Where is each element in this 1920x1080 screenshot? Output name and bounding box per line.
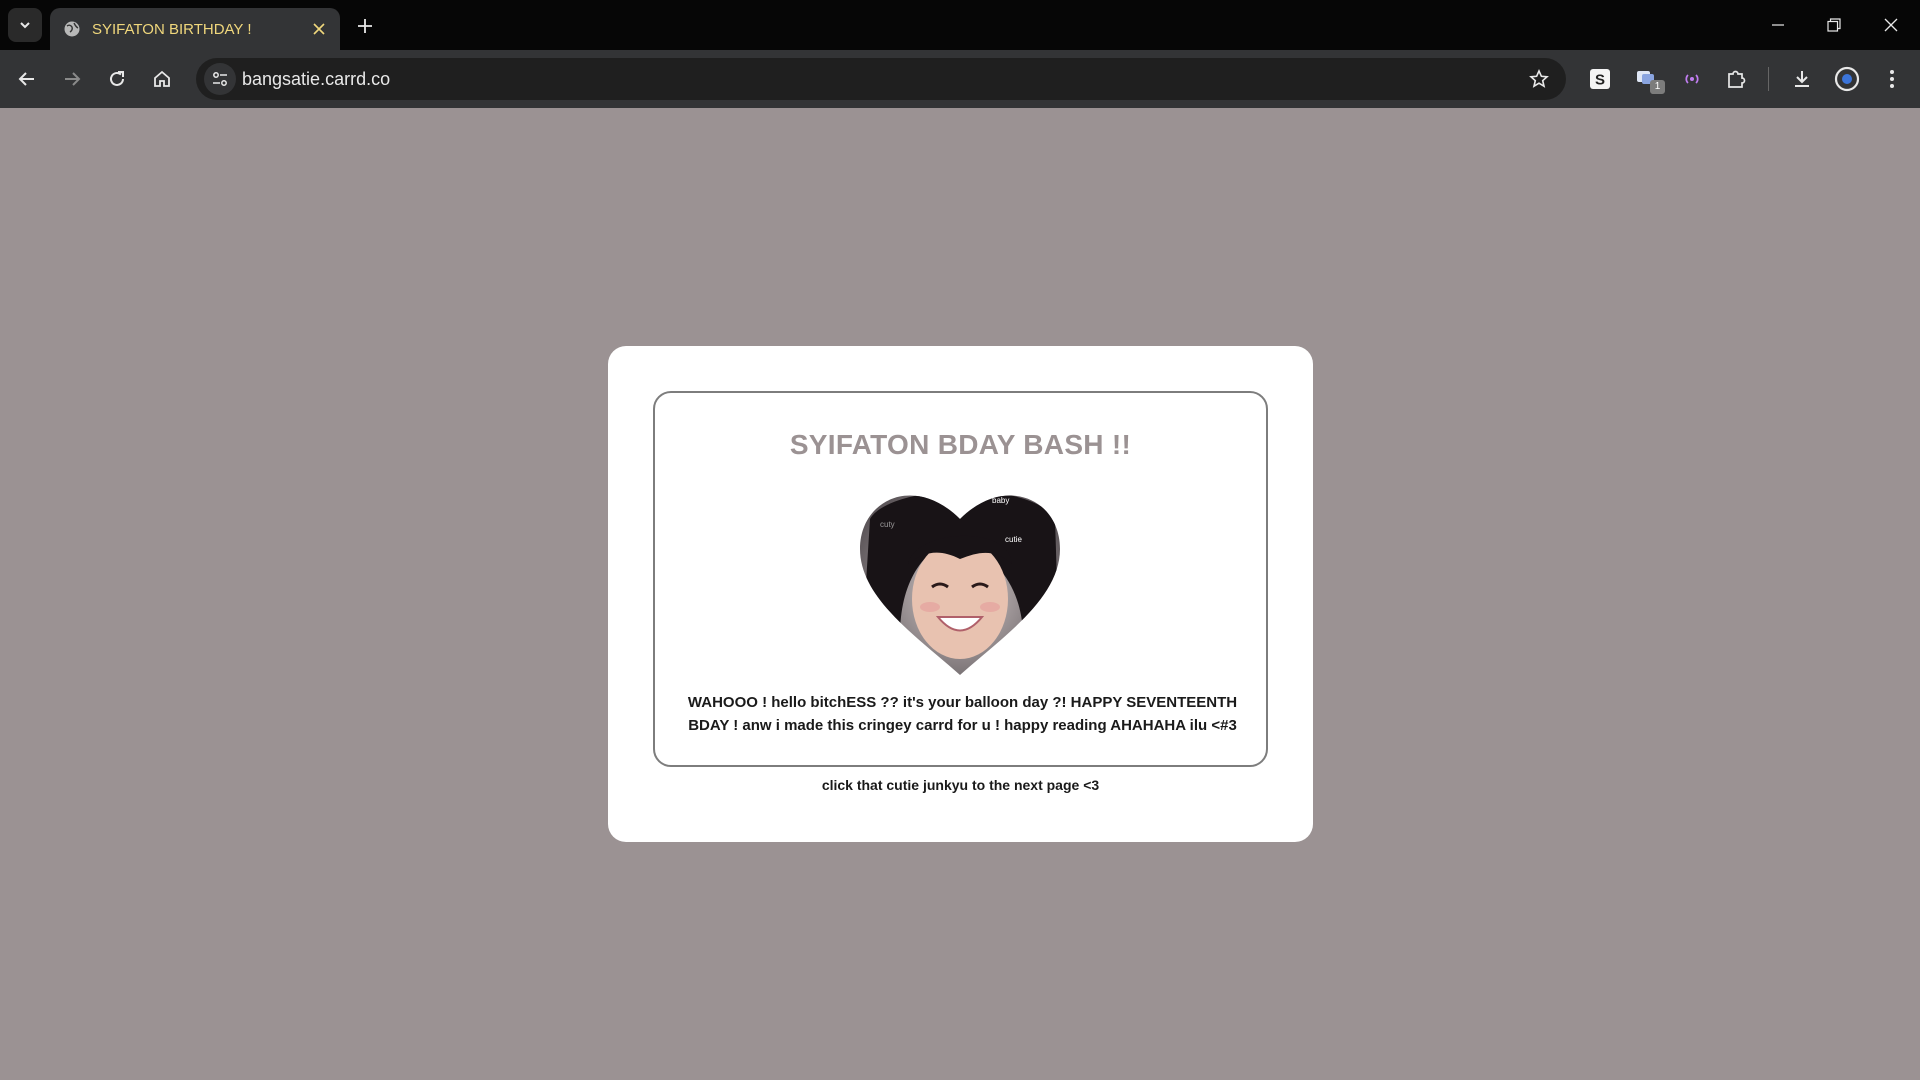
restore-button[interactable] (1814, 8, 1854, 42)
url-text: bangsatie.carrd.co (242, 69, 391, 89)
tune-icon (213, 72, 227, 86)
minimize-icon (1772, 24, 1784, 26)
toolbar-divider (1768, 67, 1769, 91)
address-bar[interactable]: bangsatie.carrd.co (196, 58, 1566, 100)
home-button[interactable] (146, 63, 178, 95)
arrow-right-icon (65, 72, 81, 86)
plus-icon (358, 19, 372, 33)
translate-extension-icon[interactable]: 1 (1632, 63, 1665, 95)
tab-search-button[interactable] (8, 8, 42, 42)
close-icon (1884, 18, 1898, 32)
close-window-button[interactable] (1871, 8, 1911, 42)
next-page-hint: click that cutie junkyu to the next page… (821, 777, 1100, 793)
back-button[interactable] (11, 63, 43, 95)
minimize-button[interactable] (1758, 8, 1798, 42)
photo-caption-cuty: cuty (880, 520, 895, 529)
tab-bar: SYIFATON BIRTHDAY ! (0, 0, 1920, 50)
heart-photo[interactable]: baby cutie cuty (860, 479, 1060, 679)
extension-badge: 1 (1650, 80, 1665, 94)
s-extension-icon[interactable]: S (1584, 63, 1616, 95)
new-tab-button[interactable] (350, 11, 380, 41)
close-tab-icon[interactable] (306, 16, 332, 42)
forward-button[interactable] (56, 63, 88, 95)
reload-icon (110, 71, 124, 86)
extensions-puzzle-icon[interactable] (1720, 63, 1752, 95)
content-frame: SYIFATON BDAY BASH !! baby cutie cuty WA… (653, 391, 1268, 767)
active-tab[interactable]: SYIFATON BIRTHDAY ! (50, 8, 340, 50)
broadcast-extension-icon[interactable] (1676, 63, 1708, 95)
restore-icon (1827, 18, 1841, 32)
chevron-down-icon (20, 22, 30, 29)
bookmark-star-icon[interactable] (1524, 64, 1554, 94)
page-title: SYIFATON BDAY BASH !! (789, 429, 1132, 460)
birthday-message: WAHOOO ! hello bitchESS ?? it's your bal… (687, 694, 1238, 734)
download-icon[interactable] (1786, 63, 1818, 95)
more-menu-icon[interactable] (1876, 63, 1908, 95)
browser-toolbar: bangsatie.carrd.co S 1 (0, 50, 1920, 108)
arrow-left-icon (18, 72, 34, 86)
globe-icon (62, 19, 82, 39)
photo-caption-baby: baby (992, 496, 1009, 505)
carrd-card: SYIFATON BDAY BASH !! baby cutie cuty WA… (608, 346, 1313, 842)
site-info-button[interactable] (204, 63, 236, 95)
svg-text:S: S (1595, 72, 1605, 89)
tab-title: SYIFATON BIRTHDAY ! (92, 20, 252, 38)
profile-avatar-icon[interactable] (1831, 63, 1863, 95)
reload-button[interactable] (101, 63, 133, 95)
photo-caption-cutie: cutie (1005, 535, 1022, 544)
home-icon (154, 70, 170, 87)
